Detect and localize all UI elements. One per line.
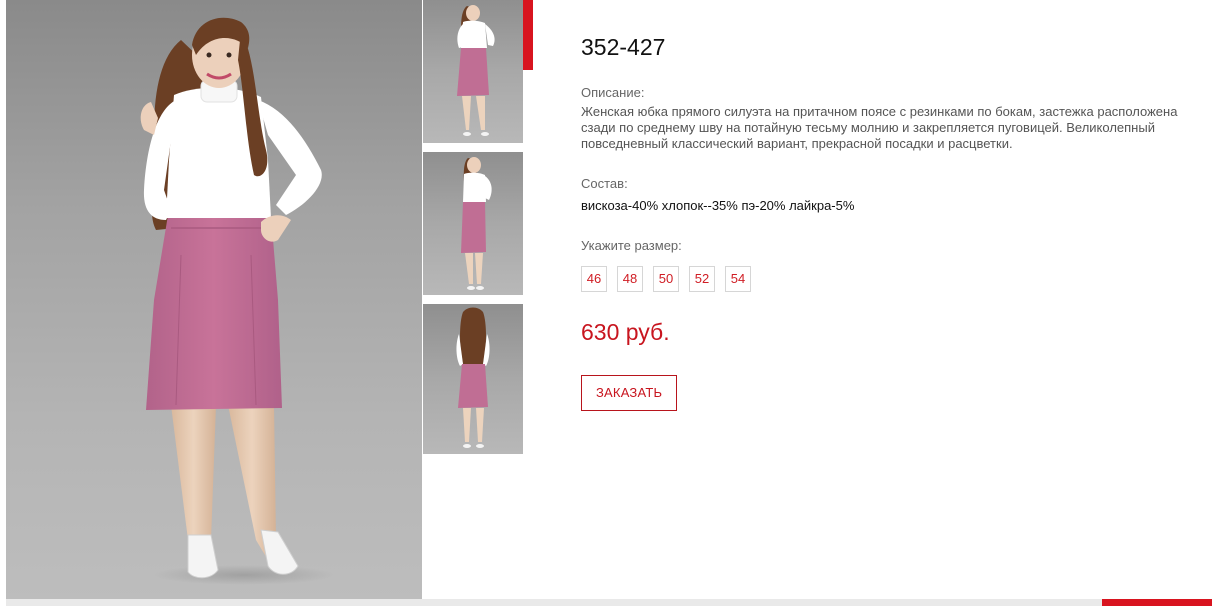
active-thumbnail-indicator — [523, 0, 533, 70]
bottom-accent-bar — [1102, 599, 1212, 606]
size-option-46[interactable]: 46 — [581, 266, 607, 292]
size-option-54[interactable]: 54 — [725, 266, 751, 292]
size-option-50[interactable]: 50 — [653, 266, 679, 292]
size-selector: 46 48 50 52 54 — [581, 266, 1191, 292]
product-sku: 352-427 — [581, 34, 666, 60]
thumbnail-front-image — [457, 5, 495, 136]
size-label: Укажите размер: — [581, 238, 682, 253]
thumbnail-side[interactable] — [423, 152, 523, 295]
thumbnail-back-image — [456, 307, 490, 448]
thumbnail-back[interactable] — [423, 304, 523, 454]
size-option-48[interactable]: 48 — [617, 266, 643, 292]
product-composition: вискоза-40% хлопок--35% пэ-20% лайкра-5% — [581, 198, 855, 213]
description-label: Описание: — [581, 85, 645, 100]
thumbnail-gallery — [423, 0, 523, 454]
product-description: Женская юбка прямого силуэта на притачно… — [581, 104, 1178, 151]
main-product-photo — [6, 0, 422, 599]
bottom-scrollbar-track[interactable] — [6, 599, 1102, 606]
composition-label: Состав: — [581, 176, 628, 191]
thumbnail-front[interactable] — [423, 0, 523, 143]
model-front-illustration — [140, 17, 334, 585]
size-option-52[interactable]: 52 — [689, 266, 715, 292]
order-button[interactable]: ЗАКАЗАТЬ — [581, 375, 678, 411]
thumbnail-side-image — [461, 157, 492, 290]
product-page: 352-427 Описание: Женская юбка прямого с… — [0, 0, 1212, 606]
product-details: 352-427 Описание: Женская юбка прямого с… — [581, 28, 1191, 411]
product-price: 630 руб. — [581, 319, 670, 345]
